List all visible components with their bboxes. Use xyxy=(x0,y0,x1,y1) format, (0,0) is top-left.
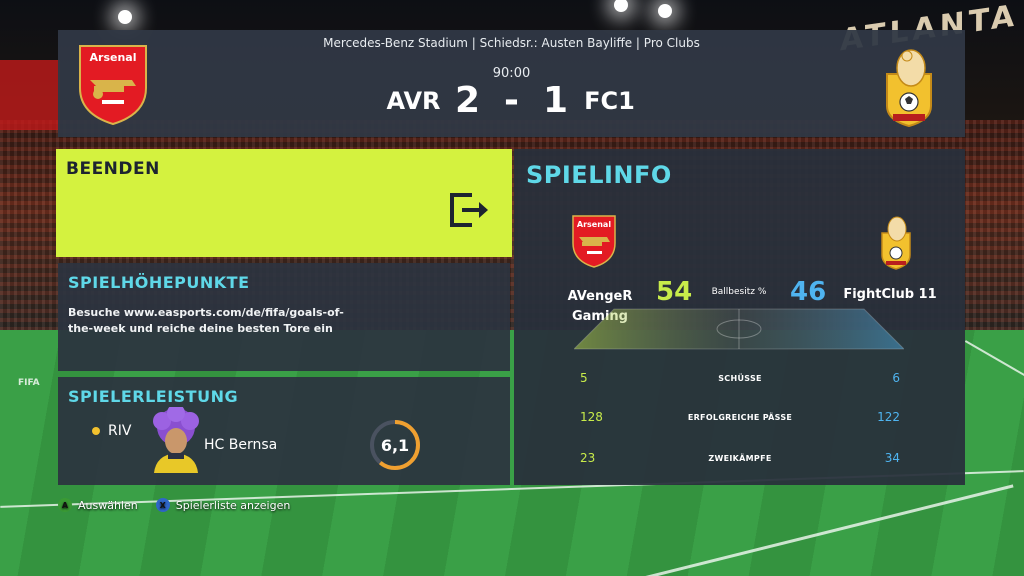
home-possession: 54 xyxy=(656,277,693,307)
player-position-row: RIV xyxy=(92,423,145,439)
select-hint[interactable]: A Auswählen xyxy=(58,498,138,512)
player-club: HC Bernsa xyxy=(204,437,278,453)
quit-label: BEENDEN xyxy=(66,159,160,179)
score-separator: - xyxy=(504,80,519,121)
quit-button[interactable]: BEENDEN xyxy=(56,149,512,257)
floodlight xyxy=(658,4,672,18)
away-abbreviation: FC1 xyxy=(584,86,635,115)
crest-text: Arsenal xyxy=(90,51,137,64)
highlights-text: Besuche www.easports.com/de/fifa/goals-o… xyxy=(68,306,344,335)
match-info-title: SPIELINFO xyxy=(526,161,672,189)
stadium-banner xyxy=(0,60,60,130)
stat-label: ERFOLGREICHE PÄSSE xyxy=(687,413,793,422)
home-stat-value: 23 xyxy=(580,451,596,465)
floodlight xyxy=(118,10,132,24)
player-rating: 6,1 xyxy=(381,436,409,455)
home-stat-value: 128 xyxy=(580,410,603,424)
away-team-name: FightClub 11 xyxy=(843,287,937,302)
away-stat-value: 122 xyxy=(877,410,900,424)
performance-title: SPIELERLEISTUNG xyxy=(68,387,239,406)
player-position: RIV xyxy=(108,423,132,439)
floodlight xyxy=(614,0,628,12)
player-list-hint[interactable]: X Spielerliste anzeigen xyxy=(155,498,291,512)
stat-label: SCHÜSSE xyxy=(718,374,762,383)
away-possession: 46 xyxy=(790,277,827,307)
highlights-panel[interactable]: SPIELHÖHEPUNKTE Besuche www.easports.com… xyxy=(58,263,510,371)
select-hint-label: Auswählen xyxy=(78,498,138,512)
away-stat-value: 34 xyxy=(884,451,900,465)
stat-row-passes: 128 ERFOLGREICHE PÄSSE 122 xyxy=(580,410,900,430)
home-stat-value: 5 xyxy=(580,371,588,385)
away-stat-value: 6 xyxy=(892,371,900,385)
stat-row-shots: 5 SCHÜSSE 6 xyxy=(580,371,900,391)
button-hints: A Auswählen X Spielerliste anzeigen xyxy=(58,498,308,512)
status-dot-icon xyxy=(92,427,100,435)
player-performance-panel[interactable]: SPIELERLEISTUNG RIV HC Bernsa 6,1 xyxy=(58,377,510,485)
home-team-line1: AVengeR xyxy=(567,289,633,304)
possession-label: Ballbesitz % xyxy=(711,287,767,297)
match-info-panel: SPIELINFO Arsenal AVengeR Gaming 54 Ball… xyxy=(514,149,965,485)
possession-field-graphic xyxy=(574,308,904,350)
a-button-icon: A xyxy=(58,498,72,512)
ad-board-text: FIFA xyxy=(18,378,40,388)
home-abbreviation: AVR xyxy=(386,86,441,115)
highlights-title: SPIELHÖHEPUNKTE xyxy=(68,273,250,292)
crest-text: Arsenal xyxy=(577,220,611,229)
fightclub-crest-icon xyxy=(886,49,932,128)
exit-icon xyxy=(450,193,488,227)
match-clock: 90:00 xyxy=(492,66,531,81)
rating-ring: 6,1 xyxy=(370,420,420,470)
stat-row-tackles: 23 ZWEIKÄMPFE 34 xyxy=(580,451,900,471)
venue-line: Mercedes-Benz Stadium | Schiedsr.: Auste… xyxy=(323,36,700,50)
home-goals: 2 xyxy=(454,80,481,121)
score-row: AVR 2 - 1 FC1 xyxy=(58,80,965,121)
away-goals: 1 xyxy=(542,80,569,121)
stat-label: ZWEIKÄMPFE xyxy=(708,454,772,463)
player-list-hint-label: Spielerliste anzeigen xyxy=(175,498,291,512)
fightclub-crest-icon xyxy=(881,216,911,270)
player-avatar xyxy=(153,407,199,473)
scoreboard-header: Arsenal Mercedes-Benz Stadium | Schiedsr… xyxy=(58,30,965,137)
x-button-icon: X xyxy=(155,498,170,512)
arsenal-crest-icon: Arsenal xyxy=(572,215,616,268)
